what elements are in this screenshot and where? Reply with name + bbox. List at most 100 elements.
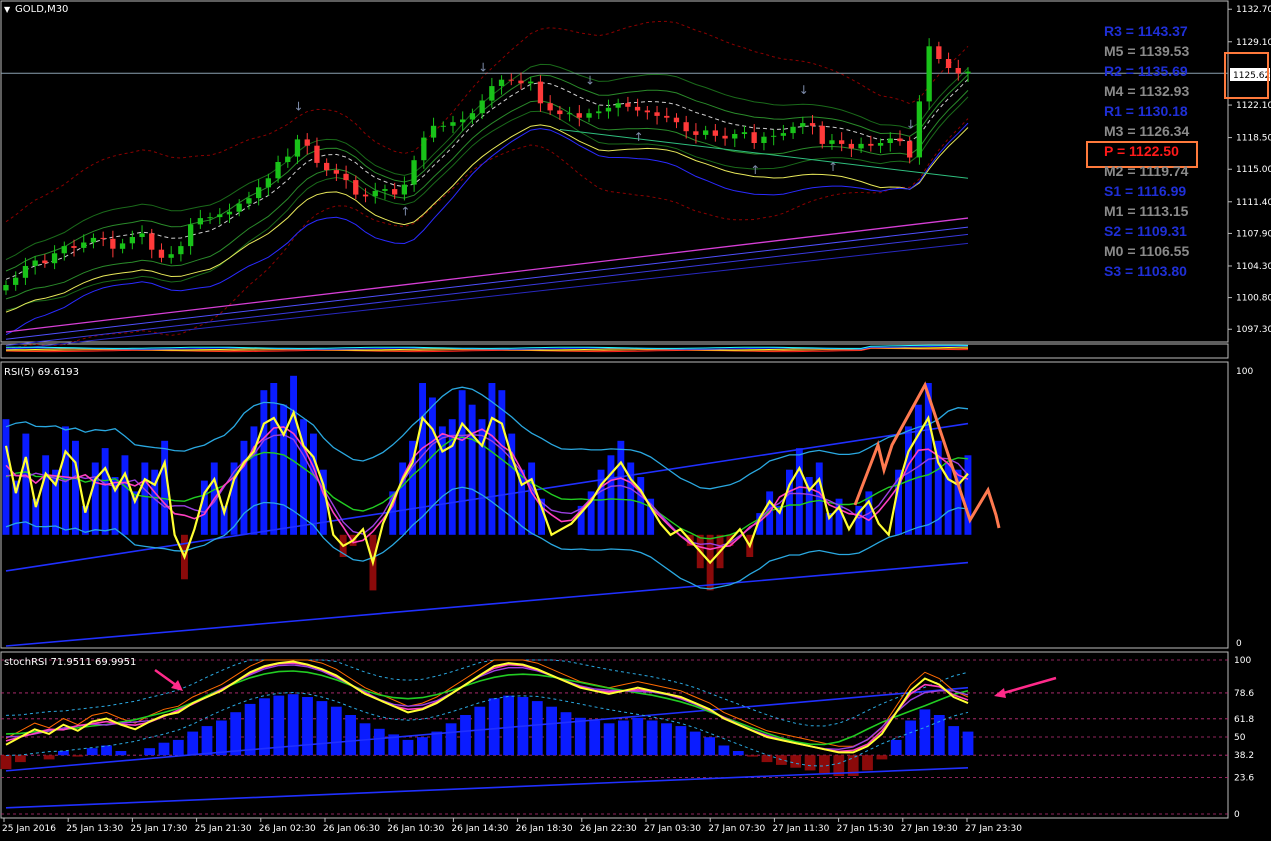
candle bbox=[110, 238, 116, 249]
current-price-label: 1125.62 bbox=[1233, 71, 1270, 81]
rsi-hist-bar bbox=[488, 383, 496, 535]
pivot-level-label: M2 = 1119.74 bbox=[1104, 163, 1189, 179]
stoch-hist-bar bbox=[933, 715, 945, 756]
pivot-level-label: M0 = 1106.55 bbox=[1104, 243, 1189, 259]
candle bbox=[498, 79, 505, 86]
candle bbox=[411, 160, 417, 185]
stoch-hist-bar bbox=[201, 726, 213, 756]
price-tick-label: 1097.30 bbox=[1236, 325, 1271, 335]
stoch-tick-label: 50 bbox=[1234, 733, 1246, 743]
candle bbox=[644, 110, 650, 113]
candle bbox=[489, 86, 495, 101]
stoch-hist-bar bbox=[488, 698, 500, 756]
rsi-tick-label: 100 bbox=[1236, 367, 1253, 377]
rsi-hist-bar bbox=[429, 397, 436, 535]
time-tick-label: 26 Jan 06:30 bbox=[323, 824, 380, 834]
stoch-hist-bar bbox=[603, 723, 615, 756]
candle bbox=[897, 138, 903, 142]
candle bbox=[469, 113, 476, 120]
stoch-tick-label: 100 bbox=[1234, 656, 1251, 666]
stoch-hist-bar bbox=[15, 755, 26, 763]
candle bbox=[168, 254, 174, 258]
symbol-label: GOLD,M30 bbox=[15, 4, 68, 15]
time-tick-label: 27 Jan 07:30 bbox=[708, 824, 765, 834]
fractal-up-icon: ↑ bbox=[750, 163, 760, 177]
rsi-hist-bar bbox=[22, 433, 30, 535]
fractal-down-icon: ↓ bbox=[294, 99, 304, 113]
stoch-hist-bar bbox=[618, 720, 629, 756]
stoch-hist-bar bbox=[531, 701, 543, 756]
rsi-hist-bar bbox=[240, 440, 248, 535]
pivot-level-label: M1 = 1113.15 bbox=[1104, 203, 1189, 219]
candle bbox=[528, 81, 534, 84]
fractal-up-icon: ↑ bbox=[634, 130, 644, 144]
pivot-level-label: P = 1122.50 bbox=[1104, 143, 1179, 159]
candle bbox=[226, 211, 233, 215]
candle bbox=[518, 80, 524, 84]
price-tick-label: 1118.50 bbox=[1236, 134, 1271, 144]
candle bbox=[771, 135, 777, 137]
rsi-hist-bar bbox=[964, 455, 972, 535]
rsi-hist-bar bbox=[141, 462, 149, 535]
rsi-hist-bar bbox=[607, 455, 615, 535]
candle bbox=[333, 170, 339, 174]
stoch-hist-bar bbox=[402, 739, 414, 756]
candle bbox=[32, 260, 38, 266]
rsi-hist-bar bbox=[2, 419, 10, 535]
candle bbox=[362, 194, 369, 197]
stoch-hist-bar bbox=[445, 723, 457, 756]
candle bbox=[790, 126, 796, 134]
stoch-hist-bar bbox=[144, 748, 155, 756]
candle bbox=[71, 246, 77, 248]
pivot-level-label: R2 = 1135.69 bbox=[1104, 63, 1188, 79]
time-tick-label: 26 Jan 18:30 bbox=[516, 824, 573, 834]
time-tick-label: 27 Jan 19:30 bbox=[901, 824, 958, 834]
stoch-hist-bar bbox=[244, 703, 256, 756]
candle bbox=[188, 224, 194, 247]
candle bbox=[256, 187, 262, 199]
candle bbox=[401, 184, 407, 195]
candle bbox=[576, 113, 582, 118]
price-tick-label: 1107.90 bbox=[1236, 229, 1271, 239]
candle bbox=[936, 46, 942, 59]
time-tick-label: 25 Jan 13:30 bbox=[66, 824, 123, 834]
candle bbox=[3, 285, 9, 291]
stoch-hist-bar bbox=[373, 728, 385, 756]
candle bbox=[265, 178, 271, 188]
rsi-hist-bar bbox=[280, 404, 288, 535]
symbol-dropdown-icon[interactable]: ▼ bbox=[4, 5, 11, 14]
stoch-hist-bar bbox=[330, 706, 342, 756]
stoch-hist-bar bbox=[172, 739, 184, 756]
candle bbox=[158, 249, 165, 258]
stoch-hist-bar bbox=[216, 720, 227, 756]
stoch-hist-bar bbox=[431, 731, 443, 756]
stoch-hist-bar bbox=[460, 715, 471, 756]
stoch-hist-bar bbox=[704, 737, 715, 756]
stoch-hist-bar bbox=[919, 709, 931, 756]
pivot-level-label: S2 = 1109.31 bbox=[1104, 223, 1187, 239]
candle bbox=[353, 180, 359, 195]
trading-chart[interactable]: ↓ ↑ ↓ ↓ ↑ ↑ ↓ ↑ ↓ 1132.70 1129.10 1122.10 1118.50 11… bbox=[0, 0, 1271, 841]
rsi-hist-bar bbox=[270, 383, 278, 535]
candle bbox=[741, 132, 748, 134]
price-tick-label: 1111.40 bbox=[1236, 198, 1271, 208]
candle bbox=[42, 260, 48, 264]
candle bbox=[197, 218, 203, 225]
candle bbox=[751, 132, 757, 143]
price-tick-label: 1122.10 bbox=[1236, 101, 1271, 111]
candle bbox=[907, 141, 913, 158]
price-tick-label: 1132.70 bbox=[1236, 5, 1271, 15]
candle bbox=[693, 131, 699, 135]
rsi-hist-bar bbox=[121, 455, 129, 535]
candle bbox=[207, 217, 213, 219]
stoch-hist-bar bbox=[675, 726, 687, 756]
stoch-hist-bar bbox=[560, 712, 572, 756]
candle bbox=[178, 246, 184, 255]
rsi-hist-bar bbox=[528, 462, 536, 535]
candle bbox=[547, 103, 553, 111]
candle bbox=[605, 107, 612, 112]
candle bbox=[139, 233, 145, 237]
stoch-tick-label: 78.6 bbox=[1234, 689, 1254, 699]
candle bbox=[440, 125, 446, 127]
candle bbox=[285, 156, 291, 162]
